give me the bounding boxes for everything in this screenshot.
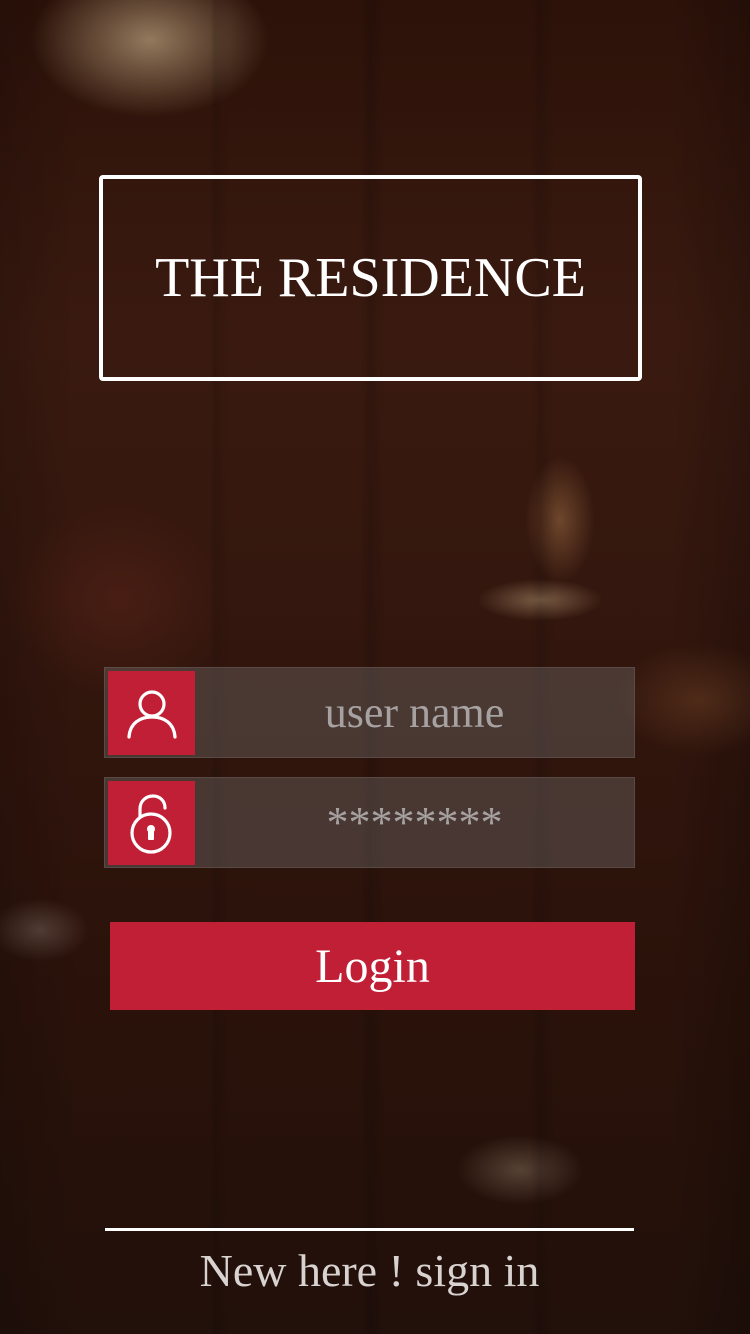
footer-divider	[105, 1228, 634, 1231]
username-field[interactable]	[104, 667, 635, 758]
signup-link[interactable]: New here ! sign in	[105, 1244, 634, 1297]
unlock-icon	[108, 781, 195, 865]
password-field[interactable]	[104, 777, 635, 868]
username-input[interactable]	[195, 668, 634, 757]
brand-title: THE RESIDENCE	[155, 247, 586, 309]
brand-title-frame: THE RESIDENCE	[99, 175, 642, 381]
password-input[interactable]	[195, 778, 634, 867]
login-button[interactable]: Login	[110, 922, 635, 1010]
user-icon	[108, 671, 195, 755]
